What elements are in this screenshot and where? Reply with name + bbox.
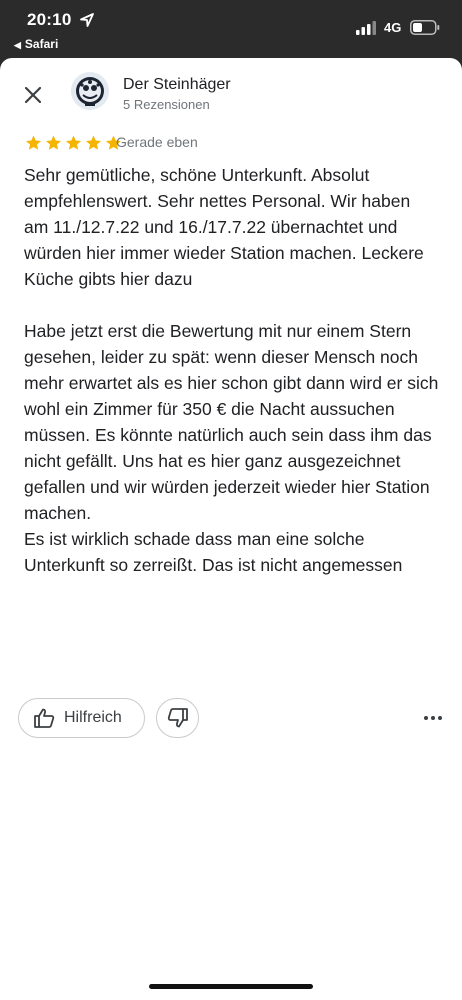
not-helpful-button[interactable] [156, 698, 199, 738]
avatar-image [71, 72, 109, 110]
thumbs-up-icon [34, 708, 55, 728]
avatar[interactable] [71, 72, 109, 110]
close-icon [24, 86, 42, 104]
battery-icon [410, 20, 440, 35]
review-text: Sehr gemütliche, schöne Unterkunft. Abso… [24, 162, 439, 578]
location-arrow-icon [80, 13, 94, 27]
more-dot [424, 716, 428, 720]
more-options-button[interactable] [420, 708, 446, 728]
author-name[interactable]: Der Steinhäger [123, 76, 231, 94]
helpful-label: Hilfreich [64, 709, 122, 726]
home-indicator[interactable] [149, 984, 313, 989]
star-icon [46, 135, 61, 150]
close-button[interactable] [20, 82, 46, 108]
star-rating [24, 134, 123, 152]
status-time: 20:10 [27, 10, 72, 29]
review-time: Gerade eben [116, 134, 198, 150]
star-icon [26, 135, 41, 150]
review-paragraph-1: Sehr gemütliche, schöne Unterkunft. Abso… [24, 165, 429, 289]
star-icon [86, 135, 101, 150]
more-dot [438, 716, 442, 720]
back-to-app-link[interactable]: ◀ Safari [14, 37, 58, 51]
thumbs-down-icon [167, 708, 188, 728]
helpful-button[interactable]: Hilfreich [18, 698, 145, 738]
review-sheet: Der Steinhäger 5 Rezensionen Gerade eben… [0, 58, 462, 1000]
review-paragraph-2: Habe jetzt erst die Bewertung mit nur ei… [24, 321, 439, 575]
network-type: 4G [384, 20, 402, 35]
star-icon [66, 135, 81, 150]
more-dot [431, 716, 435, 720]
signal-strength-icon [356, 21, 376, 35]
back-app-label: Safari [24, 37, 59, 51]
author-review-count: 5 Rezensionen [123, 97, 210, 112]
back-triangle-icon: ◀ [14, 40, 21, 50]
status-bar: 20:10 ◀ Safari 4G [0, 0, 462, 58]
